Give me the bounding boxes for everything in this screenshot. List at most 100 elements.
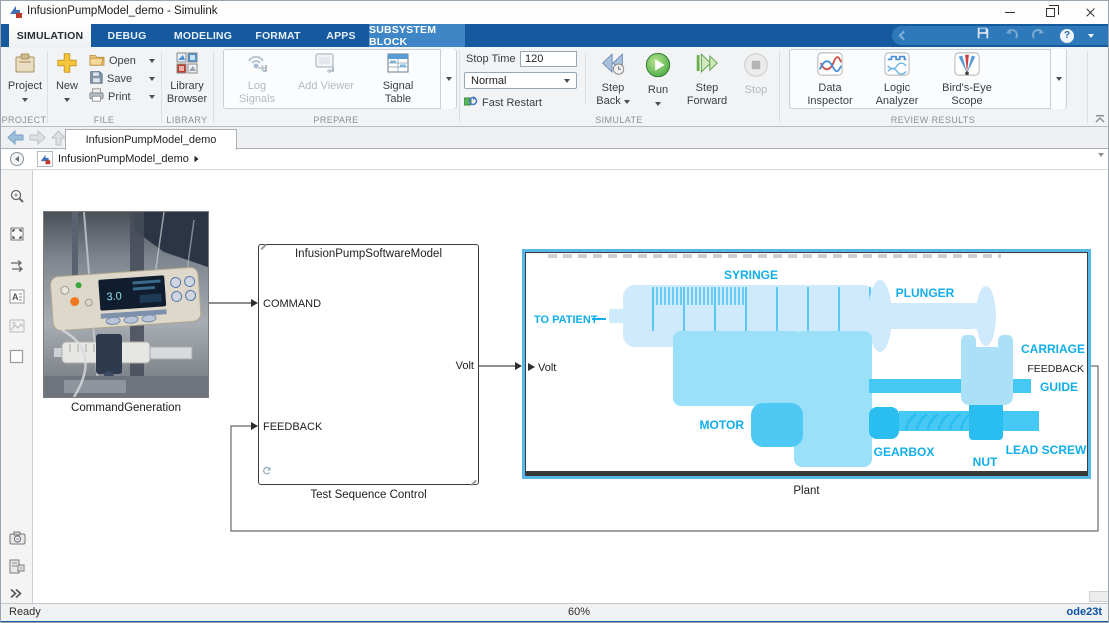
simulation-mode-dropdown[interactable]: Normal: [464, 72, 577, 89]
review-gallery-caret-icon: [1056, 77, 1062, 81]
plant-block[interactable]: Volt TO PATIENT: [522, 249, 1091, 479]
library-browser-button[interactable]: Library Browser: [164, 49, 210, 111]
model-canvas[interactable]: 3.0: [33, 170, 1109, 603]
subsystem-title: InfusionPumpSoftwareModel: [259, 248, 478, 260]
close-icon: [1085, 7, 1096, 18]
plant-port-feedback-label: FEEDBACK: [1027, 363, 1084, 375]
undo-button[interactable]: [1004, 27, 1018, 45]
quick-access-toolbar: ?: [892, 26, 1109, 45]
status-bar: Ready 60% ode23t: [1, 603, 1109, 621]
test-sequence-control-label: Test Sequence Control: [258, 489, 479, 501]
window-title: InfusionPumpModel_demo - Simulink: [27, 5, 217, 17]
quick-save-button[interactable]: [976, 26, 990, 45]
breadcrumb-bar: InfusionPumpModel_demo: [1, 149, 1109, 170]
subsystem-badge-icon[interactable]: [9, 559, 25, 579]
tab-format[interactable]: FORMAT: [243, 24, 313, 47]
work-area: A: [1, 170, 1109, 603]
stop-time-input[interactable]: [520, 51, 577, 67]
breadcrumb-expand-icon[interactable]: [194, 156, 198, 162]
minimize-button[interactable]: [990, 1, 1030, 24]
fast-restart-toggle[interactable]: Fast Restart: [464, 94, 542, 111]
section-label-simulate: SIMULATE: [459, 115, 779, 125]
log-signals-button[interactable]: Log Signals: [229, 49, 285, 111]
birdseye-scope-icon: [931, 51, 1003, 80]
port-label-volt-out: Volt: [456, 360, 474, 372]
help-button[interactable]: ?: [1060, 29, 1074, 43]
signal-table-button[interactable]: Signal Table: [369, 49, 427, 111]
step-back-icon: [591, 51, 635, 80]
print-button[interactable]: Print: [89, 88, 155, 105]
test-sequence-control-block[interactable]: InfusionPumpSoftwareModel COMMAND FEEDBA…: [258, 244, 479, 485]
forwarding-arrows-icon[interactable]: [9, 259, 25, 278]
data-inspector-button[interactable]: Data Inspector: [799, 49, 861, 111]
step-forward-icon: [683, 51, 731, 80]
plant-label: Plant: [522, 485, 1091, 497]
birdseye-scope-button[interactable]: Bird's-Eye Scope: [931, 49, 1003, 111]
tab-modeling[interactable]: MODELING: [163, 24, 243, 47]
new-icon: [51, 51, 83, 78]
step-back-caret-icon: [624, 100, 630, 104]
expand-palette-icon[interactable]: [9, 586, 23, 604]
document-bar: InfusionPumpModel_demo: [1, 127, 1109, 149]
resize-corner-mark: [470, 479, 476, 485]
tab-apps[interactable]: APPS: [313, 24, 369, 47]
step-forward-button[interactable]: Step Forward: [683, 49, 731, 111]
new-button[interactable]: New: [51, 49, 83, 111]
navigate-forward-button[interactable]: [29, 130, 46, 150]
section-label-prepare: PREPARE: [213, 115, 459, 125]
minimize-icon: [1005, 12, 1015, 13]
area-box-icon[interactable]: [9, 349, 24, 369]
stop-button[interactable]: Stop: [739, 49, 773, 111]
logic-analyzer-button[interactable]: Logic Analyzer: [869, 49, 925, 111]
document-tab[interactable]: InfusionPumpModel_demo: [65, 129, 237, 150]
step-back-button[interactable]: Step Back: [591, 49, 635, 111]
plant-port-volt-label: Volt: [538, 362, 556, 374]
tab-subsystem-block[interactable]: SUBSYSTEM BLOCK: [369, 24, 465, 47]
open-button[interactable]: Open: [89, 52, 155, 69]
command-generation-photo: 3.0: [44, 212, 208, 397]
status-solver[interactable]: ode23t: [1067, 606, 1102, 618]
new-dropdown-caret-icon: [64, 98, 70, 102]
review-gallery-expand-button[interactable]: [1050, 49, 1066, 109]
zoom-icon[interactable]: [9, 189, 25, 210]
save-button[interactable]: Save: [89, 70, 155, 87]
plant-label-carriage: CARRIAGE: [1021, 342, 1085, 356]
fit-to-view-icon[interactable]: [9, 226, 25, 247]
signal-table-icon: [369, 51, 427, 78]
command-generation-block[interactable]: 3.0: [43, 211, 209, 398]
redo-button[interactable]: [1032, 27, 1046, 45]
prepare-gallery-expand-button[interactable]: [440, 49, 456, 109]
plant-label-lead-screw: LEAD SCREW: [1006, 443, 1087, 457]
model-file-icon: [37, 151, 53, 167]
image-annotation-icon[interactable]: [9, 319, 25, 338]
hide-explorer-bar-button[interactable]: [10, 152, 24, 166]
tab-debug[interactable]: DEBUG: [91, 24, 163, 47]
project-button[interactable]: Project: [6, 49, 44, 111]
open-icon: [89, 52, 105, 69]
restore-icon: [1046, 8, 1055, 17]
ribbon-tab-bar: SIMULATION DEBUG MODELING FORMAT APPS SU…: [1, 24, 1109, 47]
status-zoom-level: 60%: [557, 606, 601, 618]
annotation-icon[interactable]: A: [9, 289, 25, 309]
add-viewer-button[interactable]: Add Viewer: [297, 49, 355, 111]
breadcrumb[interactable]: InfusionPumpModel_demo: [37, 151, 199, 167]
navigate-up-button[interactable]: [51, 130, 66, 151]
plant-label-nut: NUT: [973, 455, 998, 469]
command-generation-label: CommandGeneration: [43, 402, 209, 414]
help-dropdown-caret-icon[interactable]: [1088, 34, 1094, 38]
tab-simulation[interactable]: SIMULATION: [9, 24, 91, 47]
canvas-scroll-corner[interactable]: [1089, 591, 1109, 602]
simulink-window: InfusionPumpModel_demo - Simulink SIMULA…: [0, 0, 1109, 623]
stop-time-label: Stop Time: [466, 53, 516, 65]
minimize-toolstrip-button[interactable]: [1093, 113, 1107, 125]
project-icon: [6, 51, 44, 78]
restore-button[interactable]: [1030, 1, 1070, 24]
simulink-logo-icon: [9, 5, 23, 24]
navigate-back-button[interactable]: [7, 130, 24, 150]
screenshot-camera-icon[interactable]: [9, 531, 26, 550]
close-button[interactable]: [1070, 1, 1109, 24]
plant-label-motor: MOTOR: [700, 418, 745, 432]
section-label-project: PROJECT: [1, 115, 47, 125]
library-browser-icon: [164, 51, 210, 78]
run-button[interactable]: Run: [641, 49, 675, 111]
